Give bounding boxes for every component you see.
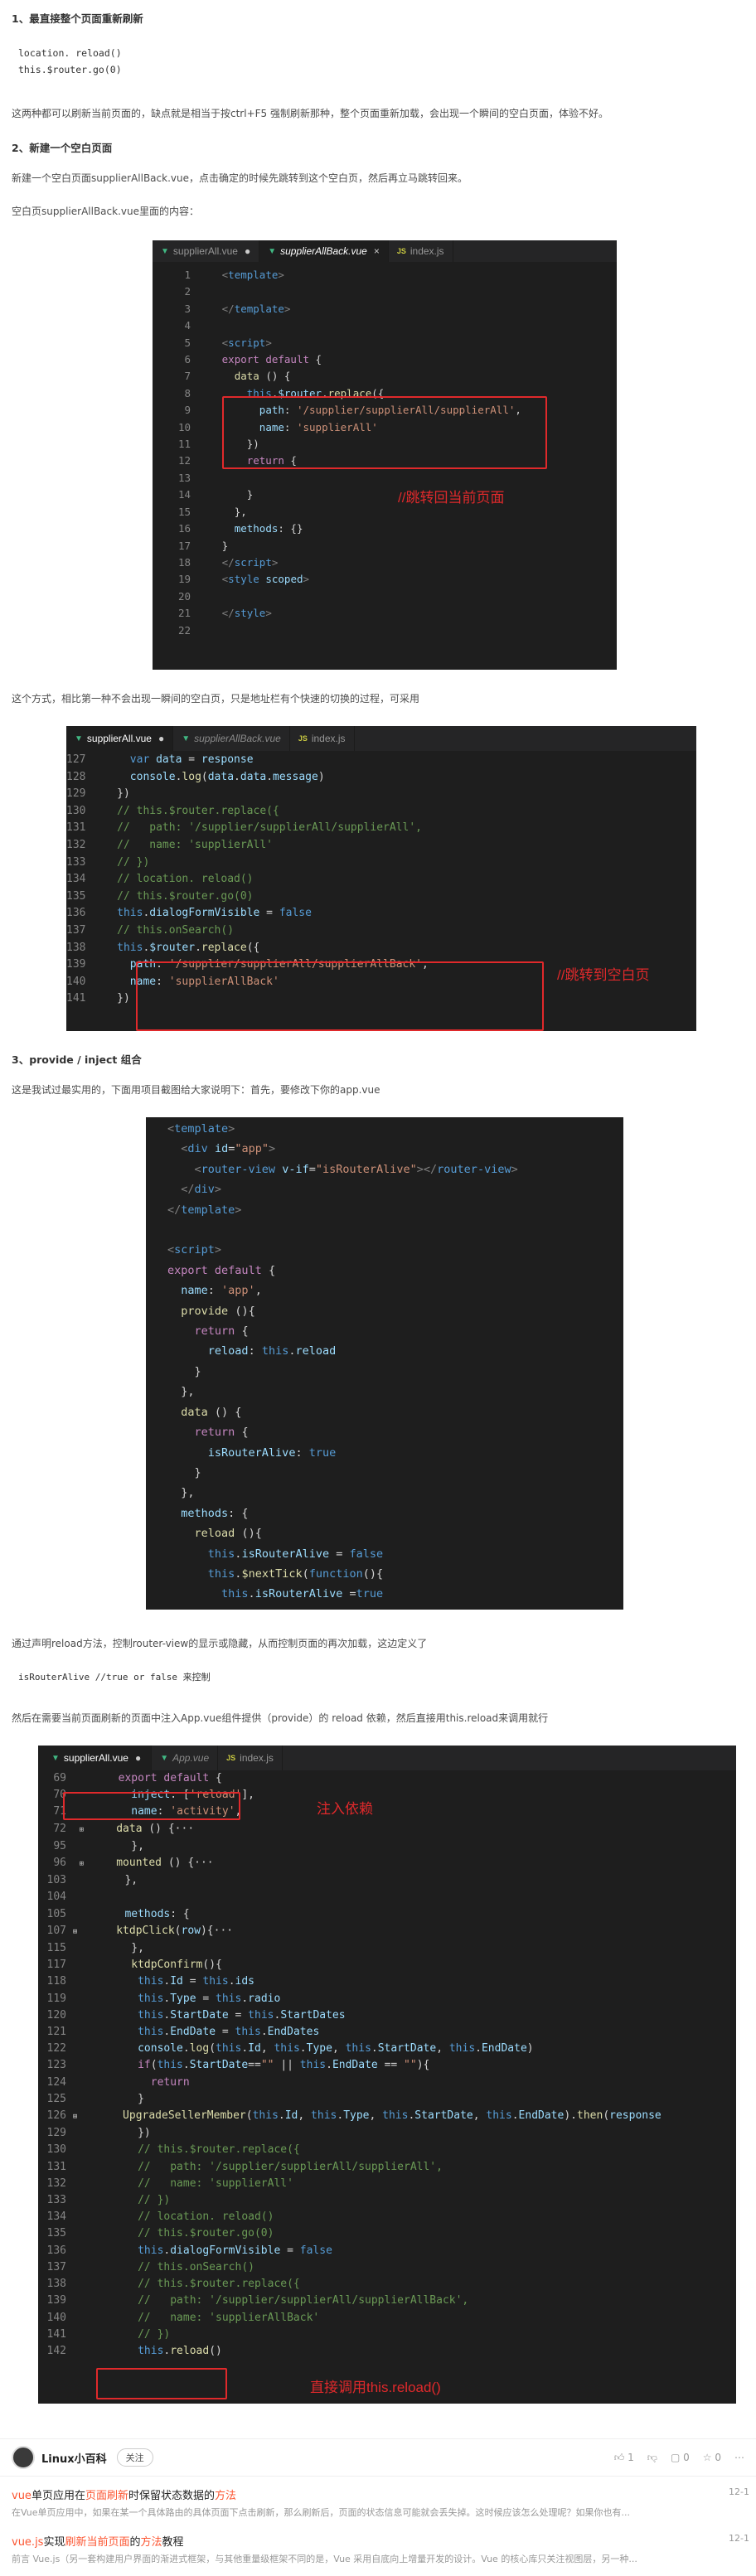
thumbs-up-icon: 👍︎ bbox=[613, 2451, 625, 2463]
vue-file-icon: ▼ bbox=[75, 734, 83, 743]
js-file-icon: JS bbox=[226, 1754, 236, 1762]
related-date: 12-1 bbox=[729, 2486, 749, 2497]
code-body: 69 export default { 70 inject: ['reload'… bbox=[46, 1772, 662, 2357]
highlight-box-inject bbox=[63, 1792, 240, 1820]
editor-tab-bar: ▼ supplierAll.vue ● ▼ supplierAllBack.vue J… bbox=[66, 726, 696, 751]
code-screenshot-supplierallback: ▼ supplierAll.vue ● ▼ supplierAllBack.vue × … bbox=[153, 240, 617, 670]
js-file-icon: JS bbox=[396, 247, 406, 255]
code-screenshot-supplierall-inject: ▼ supplierAll.vue ● ▼ App.vue JS index.js 69… bbox=[38, 1746, 736, 2404]
unsaved-dot-icon: ● bbox=[134, 1752, 142, 1764]
author-name[interactable]: Linux小百科 bbox=[41, 2450, 107, 2466]
code-screenshot-supplierall: ▼ supplierAll.vue ● ▼ supplierAllBack.vue J… bbox=[66, 726, 696, 1031]
close-icon[interactable]: × bbox=[374, 245, 380, 257]
vue-file-icon: ▼ bbox=[160, 1753, 169, 1763]
action-bar: 👍︎ 1 👎︎ ▢ 0 ☆ 0 ⋯ bbox=[614, 2452, 744, 2464]
annotation-jump-blank: //跳转到空白页 bbox=[557, 967, 650, 983]
follow-button[interactable]: 关注 bbox=[116, 2448, 153, 2467]
annotation-jump-back: //跳转回当前页面 bbox=[398, 490, 505, 506]
highlight-box bbox=[222, 396, 547, 469]
related-title[interactable]: vue.js实现刷新当前页面的方法教程 bbox=[12, 2533, 184, 2549]
annotation-inject: 注入依赖 bbox=[317, 1801, 373, 1817]
annotation-reload: 直接调用this.reload() bbox=[310, 2380, 441, 2395]
code-snippet-reload: location. reload() this.$router.go(0) bbox=[18, 45, 122, 78]
thumbs-down-icon: 👎︎ bbox=[647, 2451, 657, 2463]
vue-file-icon: ▼ bbox=[182, 734, 191, 743]
related-article[interactable]: vue单页应用在页面刷新时保留状态数据的方法 12-1 在Vue单页应用中，如果… bbox=[12, 2486, 749, 2519]
code-screenshot-app-vue: <template> <div id="app"> <router-view v… bbox=[146, 1117, 623, 1610]
author-bar: Linux小百科 关注 👍︎ 1 👎︎ ▢ 0 ☆ 0 ⋯ bbox=[0, 2438, 756, 2477]
tab-index-js[interactable]: JS index.js bbox=[389, 240, 453, 262]
more-icon: ⋯ bbox=[734, 2452, 744, 2463]
section1-heading: 1、最直接整个页面重新刷新 bbox=[12, 12, 143, 25]
related-desc: 在Vue单页应用中，如果在某一个具体路由的具体页面下点击刷新，那么刷新后，页面的… bbox=[12, 2507, 631, 2518]
tab-supplierallback[interactable]: ▼ supplierAllBack.vue bbox=[173, 726, 290, 751]
related-title[interactable]: vue单页应用在页面刷新时保留状态数据的方法 bbox=[12, 2486, 236, 2502]
section2-after-text: 这个方式，相比第一种不会出现一瞬间的空白页，只是地址栏有个快速的切换的过程，可采… bbox=[12, 693, 420, 705]
section3-description3: 然后在需要当前页面刷新的页面中注入App.vue组件提供（provide）的 r… bbox=[12, 1712, 549, 1724]
related-desc: 前言 Vue.js（另一套构建用户界面的渐进式框架，与其他重量级框架不同的是，V… bbox=[12, 2554, 637, 2564]
code-snippet-isrouteralive: isRouterAlive //true or false 来控制 bbox=[18, 1672, 211, 1683]
vue-file-icon: ▼ bbox=[268, 246, 277, 256]
dislike-button[interactable]: 👎︎ bbox=[647, 2452, 657, 2464]
tab-app-vue[interactable]: ▼ App.vue bbox=[152, 1746, 219, 1770]
like-button[interactable]: 👍︎ 1 bbox=[614, 2452, 634, 2464]
code-line: location. reload() bbox=[18, 47, 122, 59]
editor-tab-bar: ▼ supplierAll.vue ● ▼ App.vue JS index.js bbox=[38, 1746, 736, 1770]
js-file-icon: JS bbox=[298, 734, 308, 743]
code-line: this.$router.go(0) bbox=[18, 64, 122, 75]
unsaved-dot-icon: ● bbox=[244, 245, 251, 257]
section2-description2: 空白页supplierAllBack.vue里面的内容： bbox=[12, 206, 199, 217]
section3-heading: 3、provide / inject 组合 bbox=[12, 1053, 142, 1066]
tab-supplierall[interactable]: ▼ supplierAll.vue ● bbox=[38, 1746, 153, 1770]
code-body: <template> <div id="app"> <router-view v… bbox=[167, 1122, 518, 1610]
related-article[interactable]: vue.js实现刷新当前页面的方法教程 12-1 前言 Vue.js（另一套构建… bbox=[12, 2533, 749, 2565]
tab-supplierallback[interactable]: ▼ supplierAllBack.vue × bbox=[259, 240, 389, 262]
related-date: 12-1 bbox=[729, 2533, 749, 2544]
section3-description2: 通过声明reload方法，控制router-view的显示或隐藏，从而控制页面的… bbox=[12, 1638, 428, 1649]
tab-supplierall[interactable]: ▼ supplierAll.vue ● bbox=[153, 240, 260, 262]
more-button[interactable]: ⋯ bbox=[734, 2452, 744, 2463]
tab-index-js[interactable]: JS index.js bbox=[290, 726, 355, 751]
section2-heading: 2、新建一个空白页面 bbox=[12, 142, 113, 154]
comment-button[interactable]: ▢ 0 bbox=[671, 2452, 690, 2463]
tab-index-js[interactable]: JS index.js bbox=[218, 1746, 283, 1770]
unsaved-dot-icon: ● bbox=[158, 733, 165, 744]
avatar[interactable] bbox=[12, 2446, 35, 2469]
star-icon: ☆ bbox=[702, 2452, 712, 2463]
highlight-box-reload bbox=[96, 2368, 227, 2399]
vue-file-icon: ▼ bbox=[51, 1753, 60, 1763]
editor-tab-bar: ▼ supplierAll.vue ● ▼ supplierAllBack.vue × … bbox=[153, 240, 617, 262]
section2-description: 新建一个空白页面supplierAllBack.vue，点击确定的时候先跳转到这… bbox=[12, 172, 468, 184]
vue-file-icon: ▼ bbox=[161, 246, 169, 256]
tab-supplierall[interactable]: ▼ supplierAll.vue ● bbox=[66, 726, 174, 751]
star-button[interactable]: ☆ 0 bbox=[703, 2452, 721, 2463]
section1-description: 这两种都可以刷新当前页面的，缺点就是相当于按ctrl+F5 强制刷新那种，整个页… bbox=[12, 108, 608, 119]
section3-description: 这是我试过最实用的，下面用项目截图给大家说明下：首先，要修改下你的app.vue bbox=[12, 1084, 380, 1096]
highlight-box bbox=[136, 961, 544, 1031]
comment-icon: ▢ bbox=[670, 2452, 681, 2463]
